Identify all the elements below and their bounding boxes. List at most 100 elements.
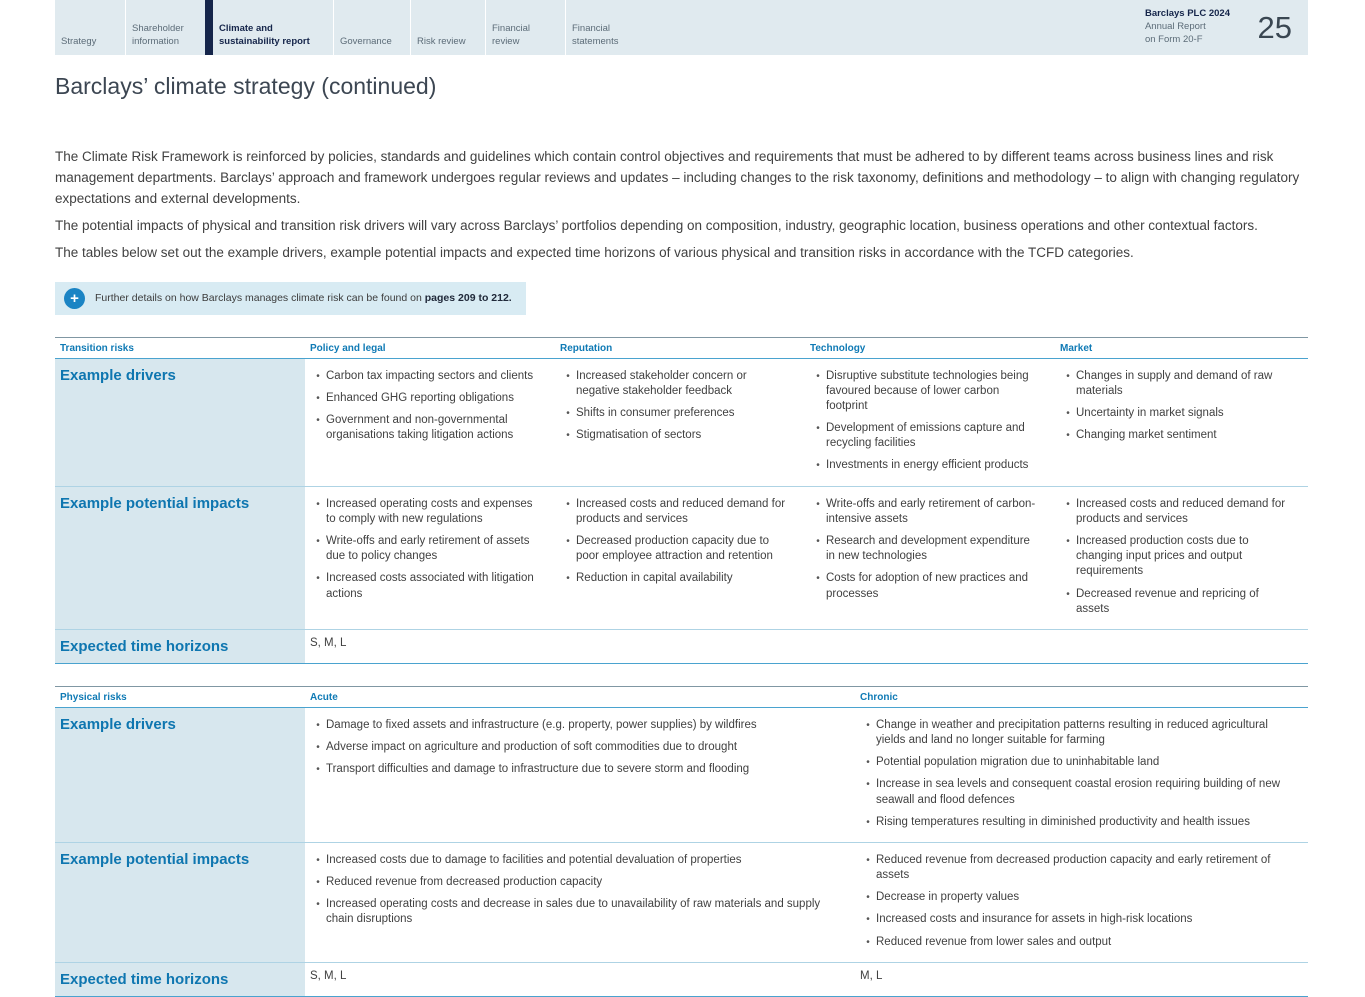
table-row-expected-time-horizons: Expected time horizons S, M, L M, L: [55, 963, 1308, 997]
list-item: •Write-offs and early retirement of asse…: [310, 534, 537, 564]
list-item: •Increase in sea levels and consequent c…: [860, 777, 1290, 807]
cell-market-drivers: •Changes in supply and demand of raw mat…: [1055, 359, 1308, 486]
bullet-icon: •: [310, 571, 326, 601]
list-item: •Increased stakeholder concern or negati…: [560, 369, 787, 399]
bullet-icon: •: [860, 890, 876, 905]
brand-title: Barclays PLC 2024: [1145, 8, 1230, 21]
tab-financial-statements[interactable]: Financial statements: [565, 0, 650, 55]
cell-acute-impacts: •Increased costs due to damage to facili…: [305, 843, 855, 962]
list-item: •Rising temperatures resulting in dimini…: [860, 815, 1290, 830]
intro-paragraph-3: The tables below set out the example dri…: [55, 243, 1308, 264]
list-item: •Increased operating costs and decrease …: [310, 897, 837, 927]
bullet-icon: •: [1060, 534, 1076, 580]
bullet-icon: •: [810, 534, 826, 564]
bullet-icon: •: [860, 853, 876, 883]
tab-label: Financial review: [492, 23, 557, 48]
tab-climate-and-sustainability-report[interactable]: Climate and sustainability report: [205, 0, 333, 55]
physical-risks-table: Physical risks Acute Chronic Example dri…: [55, 686, 1308, 997]
bullet-icon: •: [1060, 406, 1076, 421]
bullet-icon: •: [860, 777, 876, 807]
report-brand: Barclays PLC 2024 Annual Report on Form …: [1145, 0, 1230, 55]
list-item: •Investments in energy efficient product…: [810, 458, 1037, 473]
list-item: •Shifts in consumer preferences: [560, 406, 787, 421]
bullet-icon: •: [310, 718, 326, 733]
list-item: •Reduced revenue from lower sales and ou…: [860, 935, 1290, 950]
physical-table-header: Physical risks Acute Chronic: [55, 687, 1308, 708]
row-label: Expected time horizons: [55, 963, 305, 996]
bullet-icon: •: [560, 428, 576, 443]
list-item: •Stigmatisation of sectors: [560, 428, 787, 443]
list-item: •Adverse impact on agriculture and produ…: [310, 740, 837, 755]
bullet-icon: •: [310, 369, 326, 384]
bullet-icon: •: [810, 571, 826, 601]
table-row-example-drivers: Example drivers •Carbon tax impacting se…: [55, 359, 1308, 487]
list-item: •Government and non-governmental organis…: [310, 413, 537, 443]
bullet-icon: •: [310, 853, 326, 868]
bullet-icon: •: [560, 571, 576, 586]
list-item: •Write-offs and early retirement of carb…: [810, 497, 1037, 527]
bullet-icon: •: [860, 815, 876, 830]
row-label: Example potential impacts: [55, 487, 305, 629]
cell-policy-impacts: •Increased operating costs and expenses …: [305, 487, 555, 629]
tab-governance[interactable]: Governance: [333, 0, 410, 55]
intro-paragraph-2: The potential impacts of physical and tr…: [55, 216, 1308, 237]
bullet-icon: •: [860, 718, 876, 748]
cell-reputation-impacts: •Increased costs and reduced demand for …: [555, 487, 805, 629]
list-item: •Increased operating costs and expenses …: [310, 497, 537, 527]
bullet-icon: •: [860, 755, 876, 770]
top-navigation: Strategy Shareholder information Climate…: [55, 0, 1308, 55]
transition-risks-table: Transition risks Policy and legal Reputa…: [55, 337, 1308, 664]
list-item: •Change in weather and precipitation pat…: [860, 718, 1290, 748]
list-item: •Research and development expenditure in…: [810, 534, 1037, 564]
tab-financial-review[interactable]: Financial review: [485, 0, 565, 55]
list-item: •Uncertainty in market signals: [1060, 406, 1290, 421]
tab-risk-review[interactable]: Risk review: [410, 0, 485, 55]
column-header-reputation: Reputation: [555, 338, 805, 358]
callout-page-reference: pages 209 to 212.: [425, 292, 512, 304]
list-item: •Decreased production capacity due to po…: [560, 534, 787, 564]
callout-text-regular: Further details on how Barclays manages …: [95, 292, 425, 304]
time-horizons-value: S, M, L: [305, 630, 555, 663]
bullet-icon: •: [310, 534, 326, 564]
column-header-chronic: Chronic: [855, 687, 1308, 707]
cell-market-impacts: •Increased costs and reduced demand for …: [1055, 487, 1308, 629]
cell-policy-drivers: •Carbon tax impacting sectors and client…: [305, 359, 555, 486]
list-item: •Transport difficulties and damage to in…: [310, 762, 837, 777]
list-item: •Changing market sentiment: [1060, 428, 1290, 443]
column-header-market: Market: [1055, 338, 1308, 358]
bullet-icon: •: [1060, 369, 1076, 399]
bullet-icon: •: [810, 458, 826, 473]
brand-subtitle-1: Annual Report: [1145, 21, 1230, 34]
row-label: Expected time horizons: [55, 630, 305, 663]
list-item: •Decreased revenue and repricing of asse…: [1060, 587, 1290, 617]
tab-label: Financial statements: [572, 23, 642, 48]
list-item: •Increased costs and reduced demand for …: [1060, 497, 1290, 527]
tab-strategy[interactable]: Strategy: [55, 0, 125, 55]
list-item: •Reduced revenue from decreased producti…: [860, 853, 1290, 883]
list-item: •Costs for adoption of new practices and…: [810, 571, 1037, 601]
bullet-icon: •: [810, 369, 826, 415]
bullet-icon: •: [310, 897, 326, 927]
tab-label: Strategy: [61, 36, 96, 48]
bullet-icon: •: [310, 391, 326, 406]
list-item: •Disruptive substitute technologies bein…: [810, 369, 1037, 415]
list-item: •Increased costs associated with litigat…: [310, 571, 537, 601]
column-header-policy-and-legal: Policy and legal: [305, 338, 555, 358]
row-label: Example potential impacts: [55, 843, 305, 962]
table-row-example-drivers: Example drivers •Damage to fixed assets …: [55, 708, 1308, 843]
cell-reputation-drivers: •Increased stakeholder concern or negati…: [555, 359, 805, 486]
list-item: •Carbon tax impacting sectors and client…: [310, 369, 537, 384]
bullet-icon: •: [860, 935, 876, 950]
bullet-icon: •: [310, 413, 326, 443]
further-details-callout[interactable]: + Further details on how Barclays manage…: [55, 282, 526, 315]
list-item: •Increased production costs due to chang…: [1060, 534, 1290, 580]
table-title-physical-risks: Physical risks: [55, 687, 305, 707]
cell-acute-drivers: •Damage to fixed assets and infrastructu…: [305, 708, 855, 842]
list-item: •Enhanced GHG reporting obligations: [310, 391, 537, 406]
tab-shareholder-information[interactable]: Shareholder information: [125, 0, 205, 55]
intro-section: The Climate Risk Framework is reinforced…: [55, 147, 1308, 264]
list-item: •Decrease in property values: [860, 890, 1290, 905]
table-row-expected-time-horizons: Expected time horizons S, M, L: [55, 630, 1308, 664]
list-item: •Reduced revenue from decreased producti…: [310, 875, 837, 890]
list-item: •Damage to fixed assets and infrastructu…: [310, 718, 837, 733]
